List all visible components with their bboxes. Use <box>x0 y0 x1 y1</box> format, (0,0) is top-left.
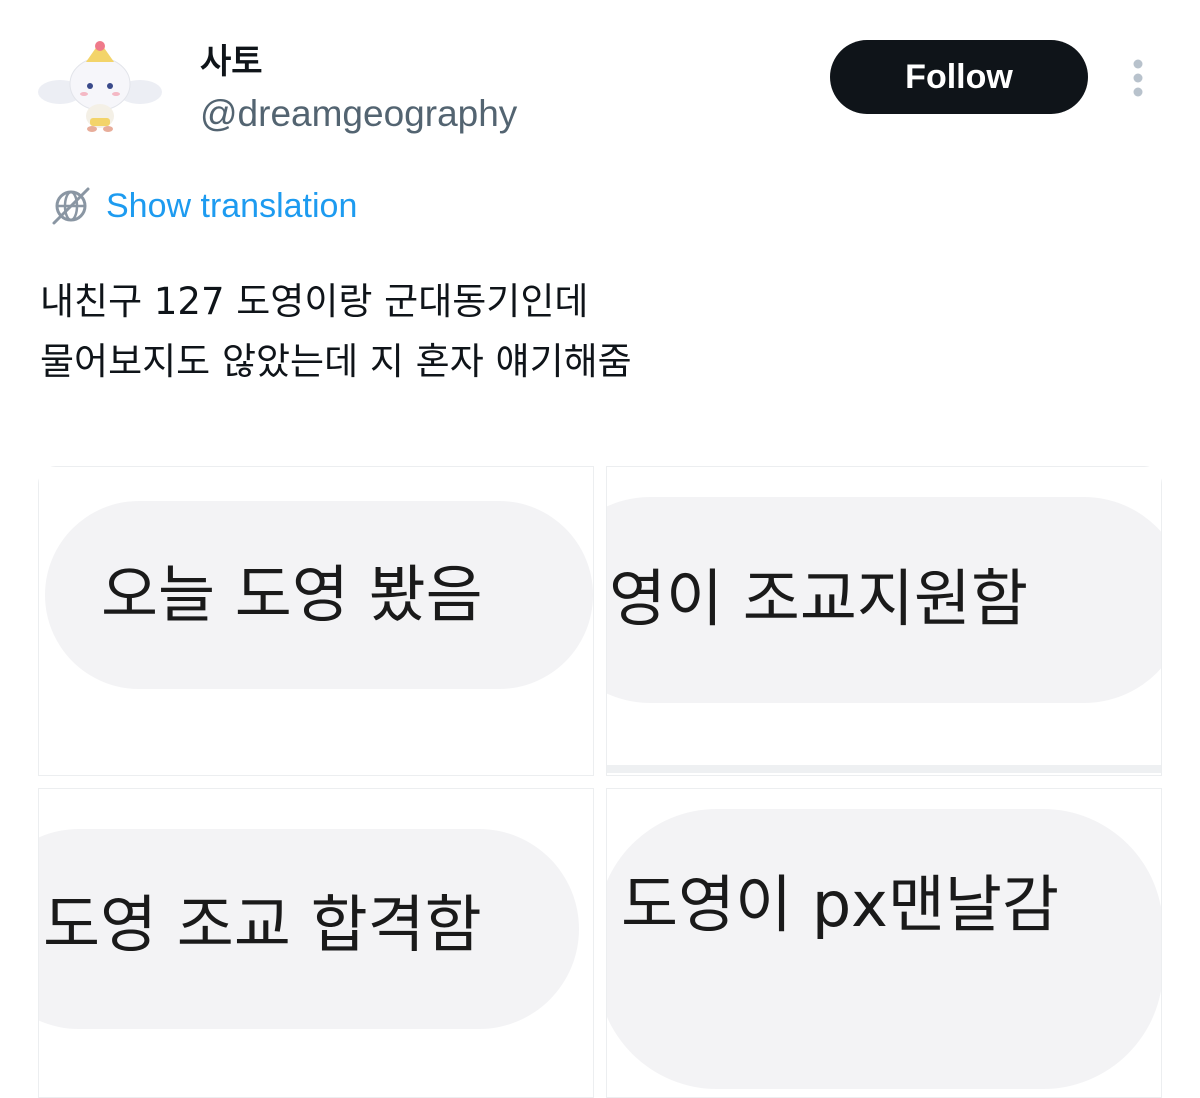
media-image-3[interactable]: 도영 조교 합격함 <box>38 788 594 1098</box>
media-grid: 오늘 도영 봤음 영이 조교지원함 도영 조교 합격함 도영이 px맨날감 <box>38 466 1162 1098</box>
follow-button[interactable]: Follow <box>830 40 1088 114</box>
tweet-text: 내친구 127 도영이랑 군대동기인데 물어보지도 않았는데 지 혼자 얘기해줌 <box>40 272 1160 392</box>
chat-bubble-text: 영이 조교지원함 <box>609 562 1028 635</box>
more-options-button[interactable] <box>1118 56 1158 100</box>
chat-bubble-text: 도영 조교 합격함 <box>43 888 482 961</box>
chat-bubble <box>607 809 1161 1089</box>
show-translation-link[interactable]: Show translation <box>50 184 357 228</box>
chat-bubble-text: 오늘 도영 봤음 <box>101 558 483 631</box>
character-avatar-icon <box>38 41 162 132</box>
show-translation-label: Show translation <box>106 187 358 225</box>
globe-icon <box>50 185 92 227</box>
avatar[interactable] <box>36 34 164 134</box>
media-image-2[interactable]: 영이 조교지원함 <box>606 466 1162 776</box>
more-vertical-icon <box>1133 59 1143 97</box>
tweet-line: 내친구 127 도영이랑 군대동기인데 <box>40 280 589 323</box>
divider <box>607 765 1161 773</box>
chat-bubble-text: 도영이 px맨날감 <box>621 868 1059 941</box>
media-image-1[interactable]: 오늘 도영 봤음 <box>38 466 594 776</box>
tweet-line: 물어보지도 않았는데 지 혼자 얘기해줌 <box>40 340 632 383</box>
user-handle[interactable]: @dreamgeography <box>200 90 517 138</box>
display-name[interactable]: 사토 <box>200 40 263 84</box>
media-image-4[interactable]: 도영이 px맨날감 <box>606 788 1162 1098</box>
